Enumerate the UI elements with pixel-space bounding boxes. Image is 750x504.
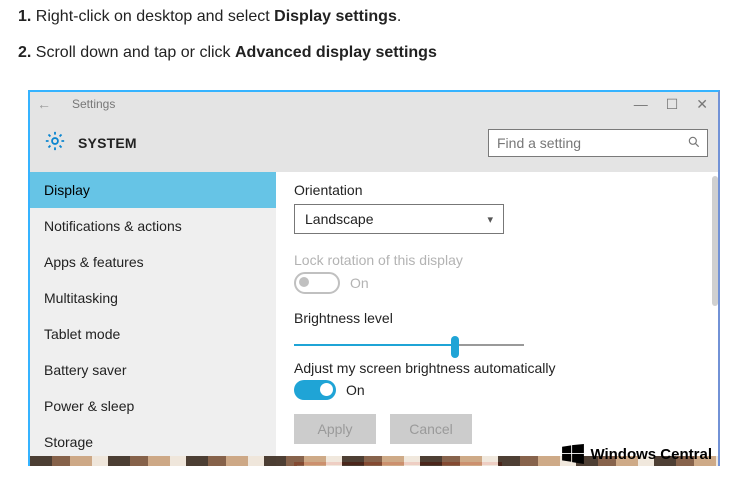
sidebar-item-notifications[interactable]: Notifications & actions — [30, 208, 276, 244]
content-scrollbar[interactable] — [712, 176, 718, 306]
window-titlebar: ← Settings — ☐ ✕ — [30, 92, 718, 116]
maximize-icon[interactable]: ☐ — [666, 96, 679, 113]
gear-icon — [44, 130, 66, 156]
sidebar-item-tablet-mode[interactable]: Tablet mode — [30, 316, 276, 352]
instruction-step-2: 2. Scroll down and tap or click Advanced… — [18, 44, 732, 62]
apply-button: Apply — [294, 414, 376, 444]
auto-brightness-state: On — [346, 382, 365, 398]
search-icon — [687, 135, 701, 152]
chevron-down-icon: ▾ — [487, 213, 493, 226]
search-input[interactable]: Find a setting — [488, 129, 708, 157]
auto-brightness-toggle[interactable] — [294, 380, 336, 400]
settings-sidebar: Display Notifications & actions Apps & f… — [30, 172, 276, 466]
sidebar-item-battery-saver[interactable]: Battery saver — [30, 352, 276, 388]
settings-window: ← Settings — ☐ ✕ SYSTEM Find a setting D… — [28, 90, 720, 466]
orientation-dropdown[interactable]: Landscape ▾ — [294, 204, 504, 234]
system-label: SYSTEM — [78, 135, 137, 151]
orientation-value: Landscape — [305, 211, 374, 227]
brightness-label: Brightness level — [294, 310, 700, 326]
lock-rotation-state: On — [350, 275, 369, 291]
sidebar-item-display[interactable]: Display — [30, 172, 276, 208]
auto-brightness-label: Adjust my screen brightness automaticall… — [294, 360, 700, 376]
settings-content: Orientation Landscape ▾ Lock rotation of… — [276, 172, 718, 466]
sidebar-item-multitasking[interactable]: Multitasking — [30, 280, 276, 316]
orientation-label: Orientation — [294, 182, 700, 198]
lock-rotation-toggle — [294, 272, 340, 294]
search-placeholder: Find a setting — [497, 135, 581, 151]
instruction-step-1: 1. Right-click on desktop and select Dis… — [18, 8, 732, 26]
minimize-icon[interactable]: — — [634, 96, 648, 113]
windows-central-logo: Windows Central — [562, 444, 712, 464]
cancel-button: Cancel — [390, 414, 472, 444]
sidebar-item-storage[interactable]: Storage — [30, 424, 276, 460]
lock-rotation-label: Lock rotation of this display — [294, 252, 700, 268]
back-arrow-icon[interactable]: ← — [34, 96, 54, 112]
settings-header: SYSTEM Find a setting — [30, 116, 718, 172]
sidebar-item-power-sleep[interactable]: Power & sleep — [30, 388, 276, 424]
slider-thumb-icon[interactable] — [451, 336, 459, 358]
close-icon[interactable]: ✕ — [696, 96, 708, 113]
sidebar-item-apps[interactable]: Apps & features — [30, 244, 276, 280]
brightness-slider[interactable] — [294, 344, 524, 346]
window-title: Settings — [72, 97, 115, 111]
